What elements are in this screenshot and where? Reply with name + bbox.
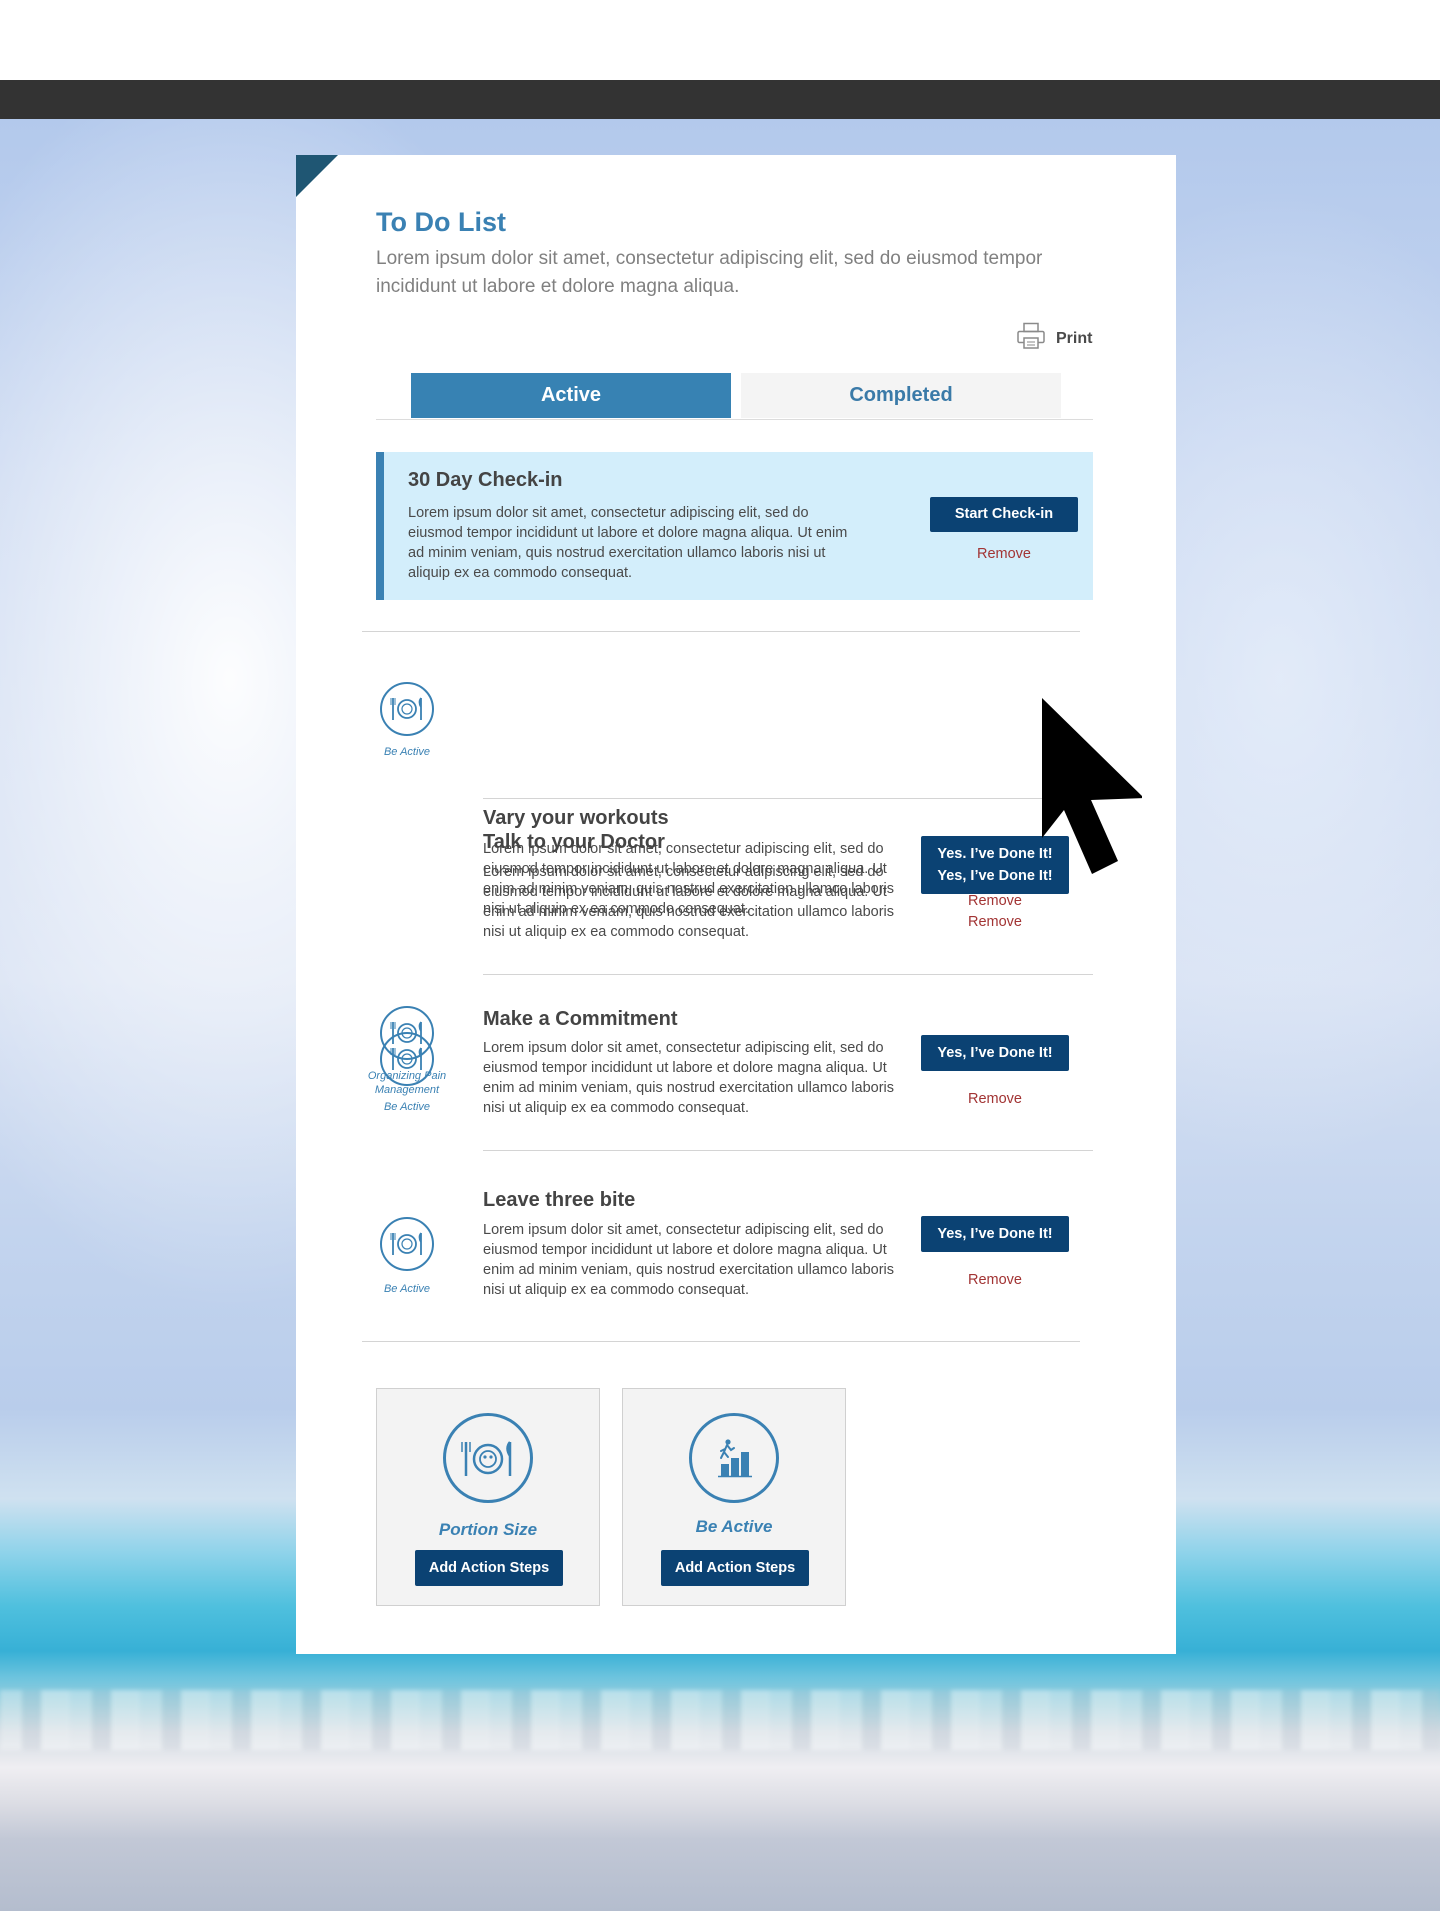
checkin-description: Lorem ipsum dolor sit amet, consectetur … [408,505,848,581]
checkin-title: 30 Day Check-in [408,469,563,491]
task-category-label: Be Active [383,1283,431,1295]
print-button[interactable]: Print [1016,322,1092,355]
print-label: Print [1056,329,1093,347]
tab-completed[interactable]: Completed [741,373,1061,418]
task-title: Make a Commitment [483,1008,678,1030]
task-description: Lorem ipsum dolor sit amet, consectetur … [483,1040,895,1116]
add-action-steps-button[interactable]: Add Action Steps [415,1550,563,1586]
checkin-remove-link[interactable]: Remove [930,546,1078,562]
checkin-panel: 30 Day Check-in Lorem ipsum dolor sit am… [376,452,1093,600]
task-description: Lorem ipsum dolor sit amet, consectetur … [483,864,895,940]
plate-fork-knife-icon [380,682,434,736]
plate-fork-knife-icon [443,1413,533,1503]
remove-link[interactable]: Remove [921,1272,1069,1288]
plate-fork-knife-icon [380,1217,434,1271]
todo-card: To Do List Lorem ipsum dolor sit amet, c… [296,155,1176,1654]
done-button[interactable]: Yes, I’ve Done It! [921,1035,1069,1071]
page-title: To Do List [376,207,506,237]
tab-bar: Active Completed [376,373,1093,420]
tab-active[interactable]: Active [411,373,731,418]
corner-ribbon [296,155,338,197]
page-subtitle: Lorem ipsum dolor sit amet, consectetur … [376,248,1043,297]
task-category-label: Be Active [383,1101,431,1113]
category-tile-be-active: Be Active Add Action Steps [622,1388,846,1606]
task-divider [483,974,1093,975]
tile-label: Portion Size [438,1520,538,1539]
task-description: Lorem ipsum dolor sit amet, consectetur … [483,1222,895,1298]
bar-chart-runner-icon [689,1413,779,1503]
tile-label: Be Active [695,1517,773,1536]
task-title: Talk to your Doctor [483,831,665,853]
plate-fork-knife-icon [380,1032,434,1086]
remove-link[interactable]: Remove [921,1091,1069,1107]
done-button[interactable]: Yes, I’ve Done It! [921,1216,1069,1252]
task-title: Leave three bite [483,1189,636,1211]
task-divider [483,1150,1093,1151]
mouse-cursor-icon [1042,698,1142,874]
task-category-label: Be Active [383,746,431,758]
waves-decoration [0,1690,1440,1750]
remove-link[interactable]: Remove [921,914,1069,930]
printer-icon [1016,322,1046,355]
add-action-steps-button[interactable]: Add Action Steps [661,1550,809,1586]
start-checkin-button[interactable]: Start Check-in [930,497,1078,532]
section-divider [362,1341,1080,1342]
category-tile-portion-size: Portion Size Add Action Steps [376,1388,600,1606]
top-bar [0,80,1440,119]
